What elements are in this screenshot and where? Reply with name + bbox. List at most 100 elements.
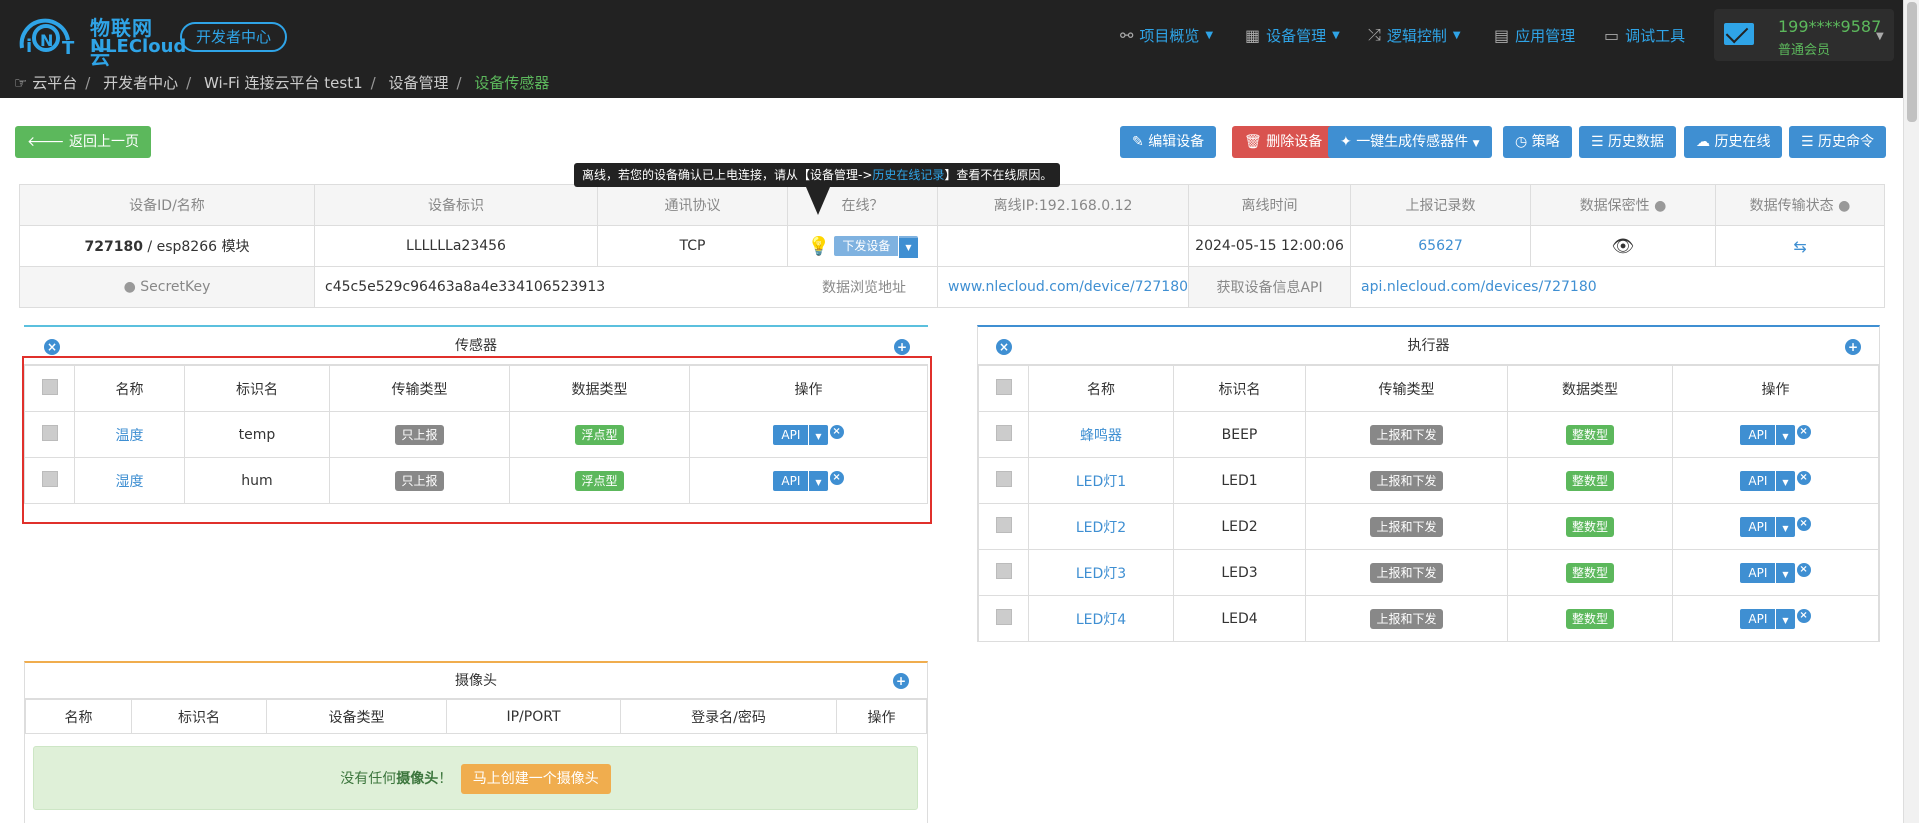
eye-icon[interactable]: 👁 [1530, 225, 1717, 267]
generate-label: 一键生成传感器件 [1356, 134, 1469, 150]
delete-icon[interactable]: × [1796, 608, 1811, 623]
add-sensor-icon[interactable]: + [894, 339, 910, 355]
delete-icon[interactable]: × [1796, 562, 1811, 577]
send-device-dropdown[interactable]: 下发设备 ▼ [834, 236, 918, 258]
caret-down-icon: ▼ [1782, 569, 1789, 579]
collapse-icon[interactable]: × [44, 339, 60, 355]
browse-label: 数据浏览地址 [822, 280, 906, 296]
device-id-cell: 727180 / esp8266 模块 [19, 225, 315, 267]
th-data-privacy: 数据保密性 ● [1530, 184, 1717, 226]
th-trans: 传输类型 [1305, 365, 1508, 412]
generate-sensors-button[interactable]: ✦ 一键生成传感器件 ▼ [1328, 126, 1492, 158]
protocol: TCP [597, 225, 788, 267]
nlecloud-logo[interactable]: i N T 物联网云 NLECloud [12, 8, 186, 69]
table-row: 蜂鸣器 BEEP 上报和下发 整数型 API ▼ × [978, 411, 1879, 458]
checkbox[interactable] [995, 562, 1012, 579]
user-menu[interactable]: 199****9587 普通会员 ▼ [1714, 9, 1894, 61]
nav-label: 应用管理 [1515, 26, 1576, 45]
actuator-name-link[interactable]: LED灯2 [1028, 503, 1174, 550]
th-op: 操作 [1672, 365, 1879, 412]
question-icon[interactable]: ● [1654, 198, 1666, 214]
actuator-name-link[interactable]: 蜂鸣器 [1028, 411, 1174, 458]
actuator-name-link[interactable]: LED灯1 [1028, 457, 1174, 504]
actuators-panel: × 执行器 + 名称 标识名 传输类型 数据类型 操作 蜂鸣器 BEEP 上报和… [977, 325, 1880, 642]
th-ip-port: IP/PORT [446, 699, 621, 734]
op-cell: API ▼ × [1672, 457, 1879, 504]
api-dropdown[interactable]: API ▼ [1740, 516, 1795, 537]
nav-device-management[interactable]: ▦ 设备管理 ▼ [1245, 24, 1340, 46]
delete-icon[interactable]: × [1796, 470, 1811, 485]
row-checkbox-cell[interactable] [978, 503, 1029, 550]
report-count-link[interactable]: 65627 [1350, 225, 1532, 267]
breadcrumb-item[interactable]: 开发者中心 [103, 74, 178, 92]
history-online-label: 历史在线 [1714, 134, 1771, 150]
select-all-checkbox-cell[interactable] [978, 365, 1029, 412]
iot-logo-icon: i N T [19, 18, 75, 58]
mail-icon[interactable] [1724, 23, 1754, 45]
add-actuator-icon[interactable]: + [1845, 339, 1861, 355]
transfer-arrows-icon[interactable]: ⇆ [1715, 225, 1885, 267]
row-checkbox-cell[interactable] [978, 549, 1029, 596]
collapse-icon[interactable]: × [996, 339, 1012, 355]
api-dropdown[interactable]: API ▼ [1740, 424, 1795, 445]
checkbox[interactable] [995, 608, 1012, 625]
th-device-id: 设备ID/名称 [19, 184, 315, 226]
question-icon[interactable]: ● [124, 279, 136, 295]
checkbox[interactable] [995, 470, 1012, 487]
edit-device-button[interactable]: ✎ 编辑设备 [1120, 126, 1217, 158]
breadcrumb-current: 设备传感器 [474, 74, 550, 92]
nav-logic-control[interactable]: ⤮ 逻辑控制 ▼ [1368, 24, 1461, 46]
delete-icon[interactable]: × [1796, 516, 1811, 531]
back-label: 返回上一页 [69, 134, 139, 150]
briefcase-icon: ▤ [1494, 25, 1510, 45]
nav-project-overview[interactable]: ⚯ 项目概览 ▼ [1120, 24, 1213, 46]
delete-device-button[interactable]: 🗑 删除设备 [1232, 126, 1335, 158]
nav-debug-tools[interactable]: ▭ 调试工具 [1604, 24, 1685, 46]
checkbox[interactable] [995, 378, 1012, 395]
create-camera-button[interactable]: 马上创建一个摄像头 [460, 764, 611, 794]
breadcrumb-item[interactable]: 云平台 [32, 74, 77, 92]
question-icon[interactable]: ● [1838, 198, 1850, 214]
api-label: API [1740, 562, 1777, 583]
back-button[interactable]: 🡐 返回上一页 [15, 126, 151, 158]
breadcrumb-item[interactable]: 设备管理 [388, 74, 448, 92]
th-offline-time: 离线时间 [1188, 184, 1352, 226]
browse-url-link[interactable]: www.nlecloud.com/device/727180 [936, 266, 1190, 308]
tooltip-text: 离线，若您的设备确认已上电连接，请从【设备管理-> [582, 168, 873, 182]
strategy-button[interactable]: ◷ 策略 [1503, 126, 1572, 158]
api-dropdown[interactable]: API ▼ [1740, 608, 1795, 629]
pencil-icon: ✎ [1132, 134, 1144, 150]
api-url-link[interactable]: api.nlecloud.com/devices/727180 [1350, 266, 1885, 308]
history-data-button[interactable]: ☰ 历史数据 [1579, 126, 1677, 158]
history-online-button[interactable]: ☁ 历史在线 [1684, 126, 1783, 158]
nav-app-management[interactable]: ▤ 应用管理 [1494, 24, 1575, 46]
actuator-name-link[interactable]: LED灯3 [1028, 549, 1174, 596]
api-label: API [1740, 470, 1777, 491]
th-protocol: 通讯协议 [597, 184, 788, 226]
row-checkbox-cell[interactable] [978, 411, 1029, 458]
add-camera-icon[interactable]: + [893, 673, 909, 689]
api-dropdown[interactable]: API ▼ [1740, 470, 1795, 491]
tooltip-link[interactable]: 历史在线记录 [872, 168, 944, 182]
vertical-scrollbar[interactable] [1903, 0, 1919, 823]
logo-en-text: NLECloud [90, 36, 187, 57]
row-checkbox-cell[interactable] [978, 595, 1029, 642]
row-checkbox-cell[interactable] [978, 457, 1029, 504]
secretkey-label-cell: ● SecretKey [19, 266, 315, 308]
camera-panel-header: 摄像头 + [25, 663, 927, 699]
dev-center-button[interactable]: 开发者中心 [180, 22, 288, 52]
history-command-button[interactable]: ☰ 历史命令 [1789, 126, 1887, 158]
camera-empty-alert: 没有任何摄像头！ 马上创建一个摄像头 [33, 746, 918, 810]
caret-down-icon: ▼ [1782, 615, 1789, 625]
checkbox[interactable] [995, 424, 1012, 441]
trans-badge: 上报和下发 [1370, 562, 1443, 583]
checkbox[interactable] [995, 516, 1012, 533]
clock-icon: ◷ [1515, 134, 1528, 150]
api-dropdown[interactable]: API ▼ [1740, 562, 1795, 583]
th-device-tag: 设备标识 [314, 184, 598, 226]
th-data-privacy-label: 数据保密性 [1579, 198, 1650, 214]
breadcrumb-item[interactable]: Wi-Fi 连接云平台 test1 [204, 74, 363, 92]
delete-icon[interactable]: × [1796, 424, 1811, 439]
scrollbar-thumb[interactable] [1907, 2, 1917, 122]
actuator-name-link[interactable]: LED灯4 [1028, 595, 1174, 642]
